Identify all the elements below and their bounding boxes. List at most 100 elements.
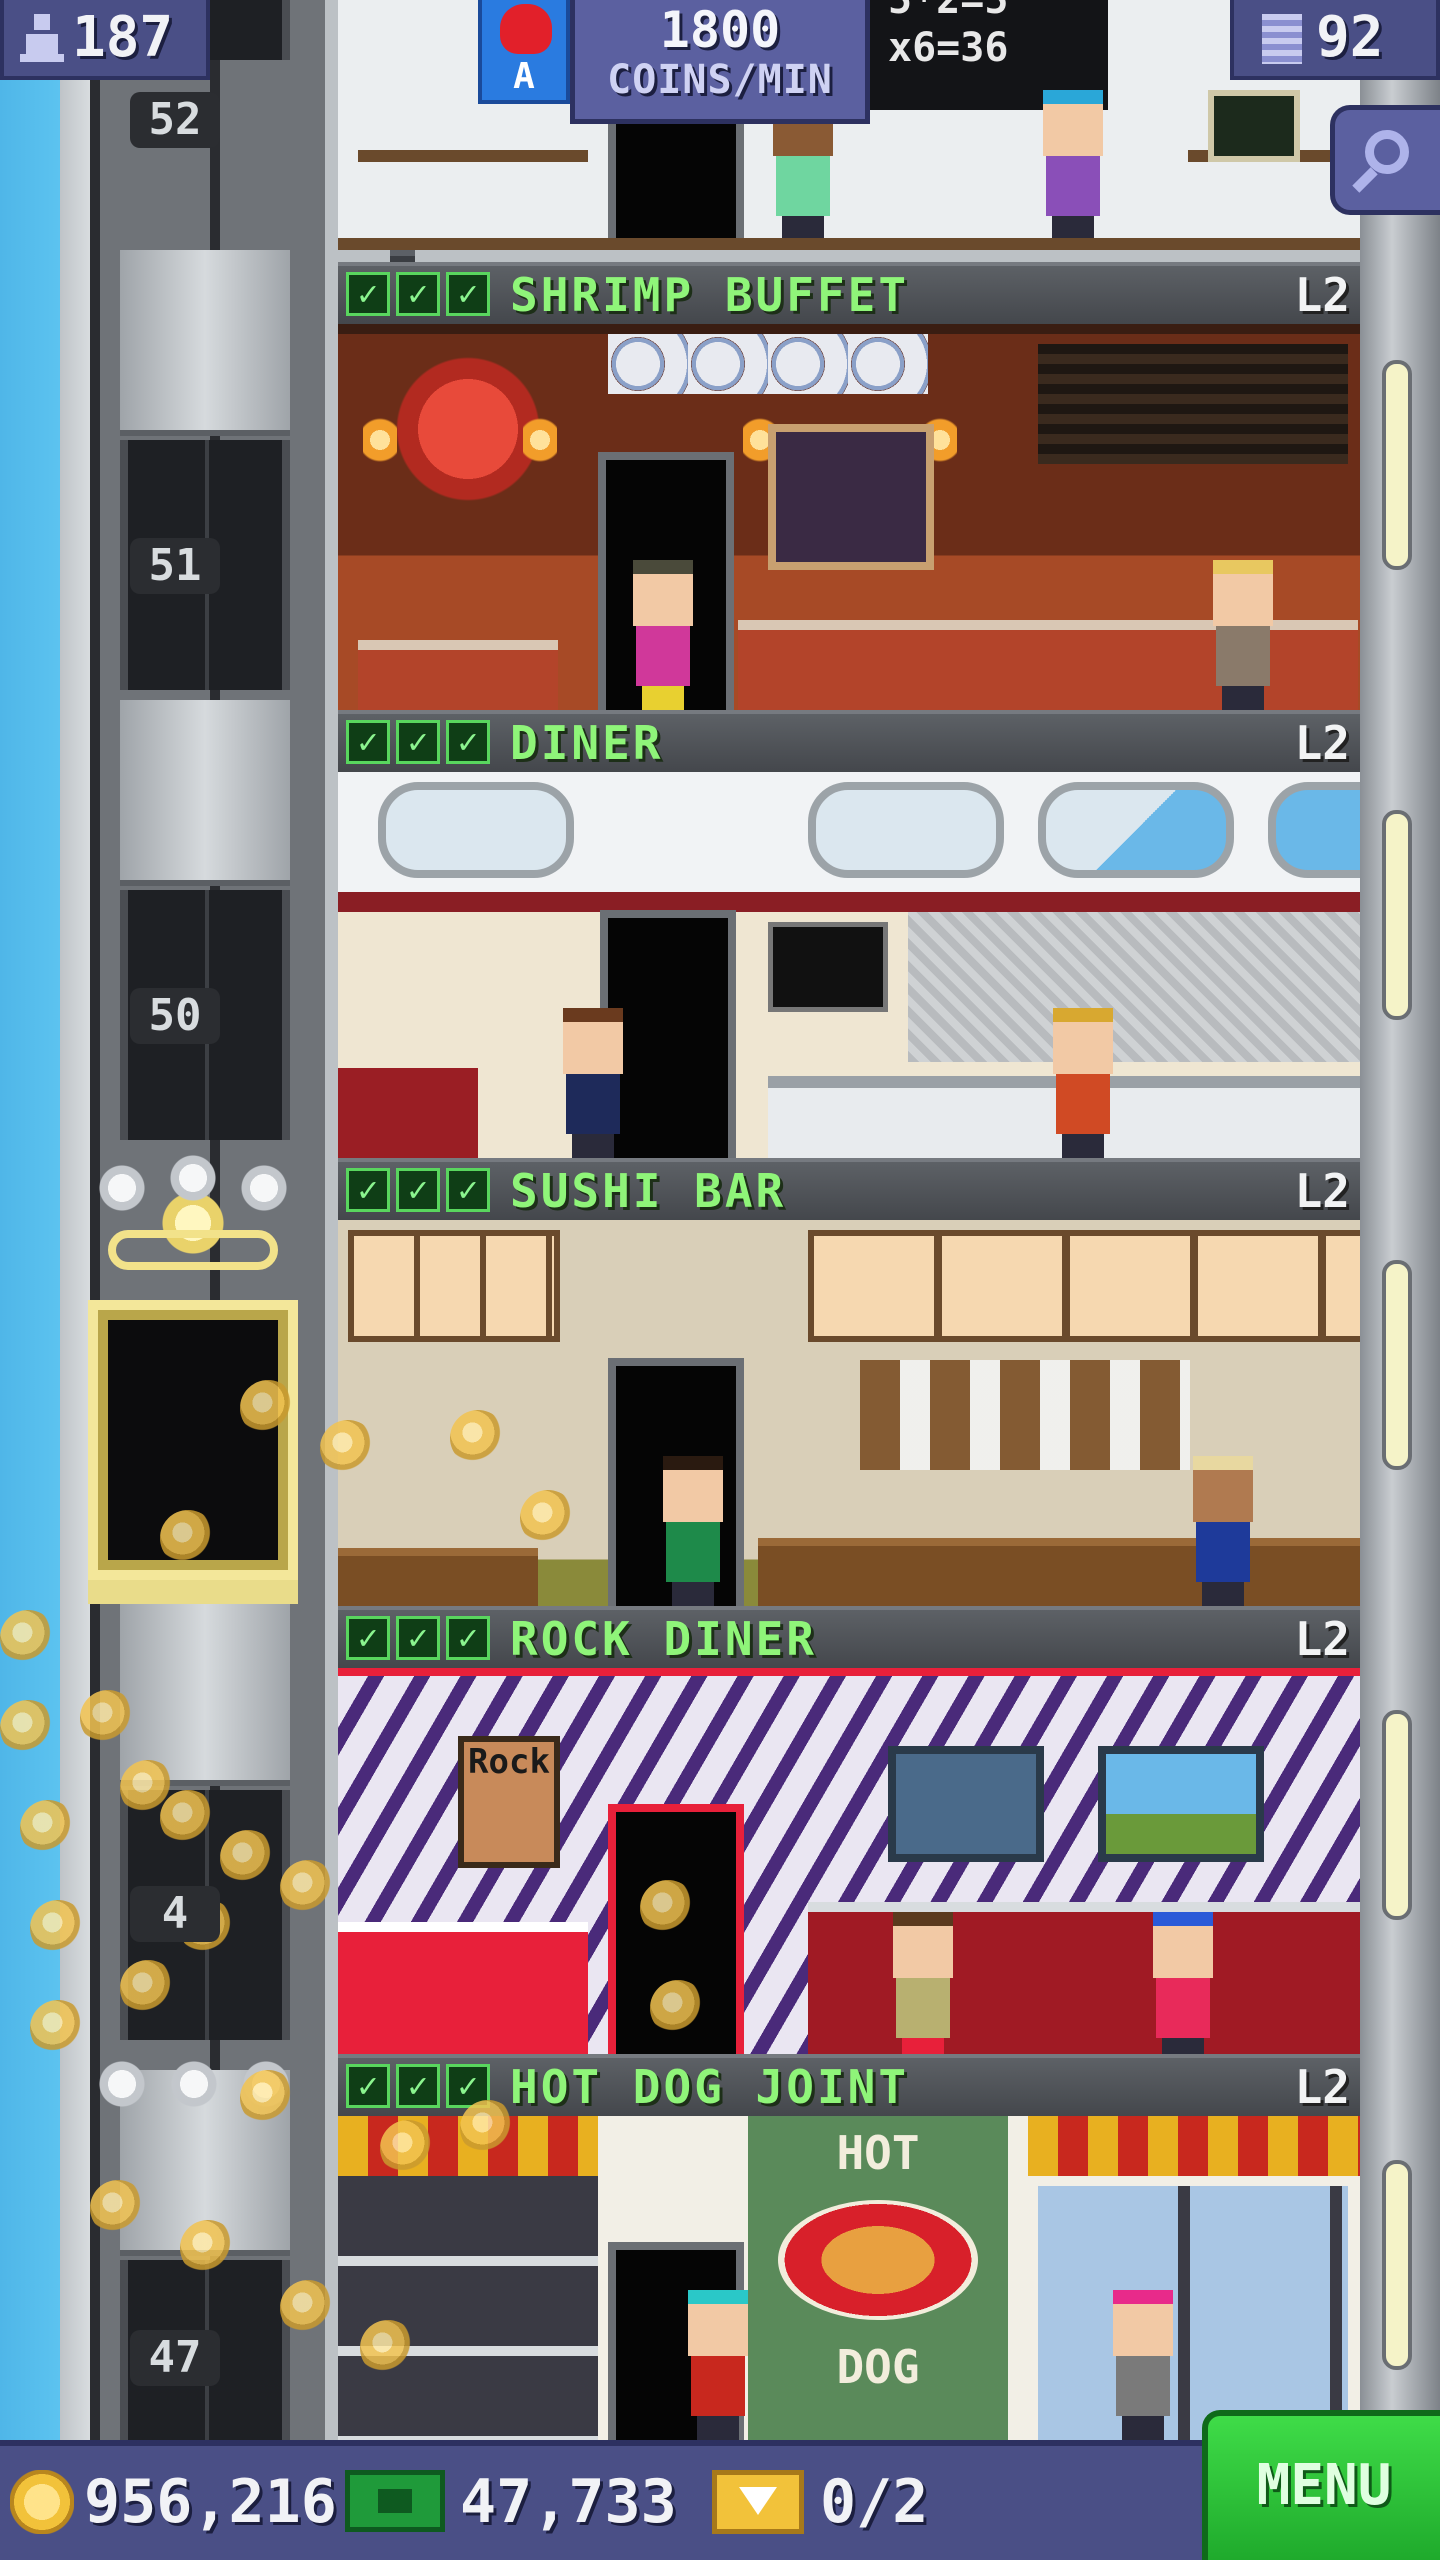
- floor-diner[interactable]: ✓ ✓ ✓ DINER L2: [338, 710, 1360, 1158]
- tower-resident[interactable]: [1148, 1912, 1218, 2062]
- floor-name: ROCK DINER: [510, 1612, 817, 1666]
- coin-icon: [30, 2000, 86, 2056]
- elevator-base: [88, 1580, 298, 1604]
- diner-window: [1038, 782, 1234, 878]
- bux-value: 47,733: [460, 2467, 677, 2537]
- tower-resident[interactable]: [628, 560, 698, 710]
- coin-icon: [0, 1610, 56, 1666]
- pillar-light: [1382, 360, 1412, 570]
- vip-letter: A: [513, 56, 535, 97]
- person-up-icon: [20, 14, 64, 62]
- floor-sushi-bar[interactable]: ✓ ✓ ✓ SUSHI BAR L2: [338, 1158, 1360, 1606]
- star-icon: [167, 1152, 219, 1204]
- coin-icon: [360, 2320, 416, 2376]
- star-checks: ✓ ✓ ✓: [346, 720, 490, 766]
- floor-banner[interactable]: ✓ ✓ ✓ DINER L2: [338, 710, 1360, 772]
- coins-per-minute-display: 1800 COINS/MIN: [570, 0, 870, 124]
- chalkboard-line: x6=36: [888, 25, 1009, 71]
- population-value: 187: [72, 5, 174, 70]
- check-icon: ✓: [396, 1616, 440, 1660]
- star-icon: [96, 2058, 148, 2110]
- diner-window: [1268, 782, 1360, 878]
- wall-lamp: [523, 404, 557, 464]
- tickets-counter[interactable]: 0/2: [712, 2460, 928, 2544]
- shaft-floor-51: [120, 250, 290, 690]
- tower-resident[interactable]: [1048, 1008, 1118, 1158]
- coin-icon: [30, 1900, 86, 1956]
- floor-banner[interactable]: ✓ ✓ ✓ ROCK DINER L2: [338, 1606, 1360, 1668]
- coins-counter[interactable]: 956,216: [10, 2460, 337, 2544]
- sushi-counter: [758, 1538, 1360, 1606]
- shoji-window: [808, 1230, 1360, 1342]
- bux-icon: [345, 2470, 445, 2532]
- check-icon: ✓: [446, 272, 490, 316]
- floor-number-48: 4: [130, 1886, 220, 1942]
- floor-number-50: 50: [130, 988, 220, 1044]
- shop-window: [1038, 2186, 1348, 2440]
- menu-button[interactable]: MENU: [1202, 2410, 1440, 2560]
- floor-name: SHRIMP BUFFET: [510, 268, 910, 322]
- shaft-panel: [120, 250, 290, 436]
- diner-booth: [338, 1068, 478, 1158]
- diner-window: [808, 782, 1004, 878]
- shoji-window: [348, 1230, 560, 1342]
- pillar-light: [1382, 810, 1412, 1020]
- coin-icon: [380, 2120, 436, 2176]
- menu-board: [1038, 344, 1348, 464]
- floor-name: HOT DOG JOINT: [510, 2060, 910, 2114]
- search-button[interactable]: [1330, 105, 1440, 215]
- tower-resident[interactable]: [658, 1456, 728, 1606]
- coin-icon: [240, 2070, 296, 2126]
- hot-dog-joint-room: HOT DOG: [338, 2116, 1360, 2440]
- check-icon: ✓: [346, 2064, 390, 2108]
- tower-game-screen: 52 51 50 4 47 5*2=5 x6=36 ✓ ✓ ✓ SHRIMP B…: [0, 0, 1440, 2560]
- check-icon: ✓: [396, 2064, 440, 2108]
- tower-resident[interactable]: [888, 1912, 958, 2062]
- coin-icon: [80, 1690, 136, 1746]
- check-icon: ✓: [446, 1168, 490, 1212]
- coins-per-minute-label: COINS/MIN: [607, 57, 833, 103]
- sushi-shelf: [860, 1360, 1190, 1470]
- coin-icon: [640, 1880, 696, 1936]
- population-counter[interactable]: 187: [0, 0, 210, 80]
- coin-icon: [10, 2470, 74, 2534]
- star-icon: [96, 1162, 148, 1214]
- tower-resident[interactable]: [1188, 1456, 1258, 1606]
- hot-dog-icon: [778, 2200, 978, 2320]
- floors-counter[interactable]: 92: [1230, 0, 1440, 80]
- floor-number-47: 47: [130, 2330, 220, 2386]
- rock-counter: [338, 1922, 588, 2062]
- floor-shrimp-buffet[interactable]: ✓ ✓ ✓ SHRIMP BUFFET L2: [338, 262, 1360, 710]
- star-checks: ✓ ✓ ✓: [346, 2064, 490, 2110]
- desk: [358, 150, 588, 162]
- floor-rock-diner[interactable]: ✓ ✓ ✓ ROCK DINER L2 Rock: [338, 1606, 1360, 2062]
- sign-text-top: HOT: [836, 2126, 920, 2180]
- shrimp-buffet-room: [338, 324, 1360, 710]
- coin-icon: [220, 1830, 276, 1886]
- hot-dog-sign: HOT DOG: [748, 2116, 1008, 2440]
- diner-wall-tiles: [908, 912, 1360, 1062]
- tower-resident[interactable]: [558, 1008, 628, 1158]
- tower-resident[interactable]: [1038, 90, 1108, 240]
- floor-level: L2: [1294, 1612, 1350, 1666]
- tower-resident[interactable]: [1108, 2290, 1178, 2440]
- bux-counter[interactable]: 47,733: [345, 2460, 677, 2544]
- computer-monitor: [1208, 90, 1300, 162]
- rock-diner-room: Rock: [338, 1668, 1360, 2062]
- apple-icon: [500, 4, 552, 54]
- floor-banner[interactable]: ✓ ✓ ✓ SHRIMP BUFFET L2: [338, 262, 1360, 324]
- coin-icon: [240, 1380, 296, 1436]
- buffet-table: [358, 640, 558, 710]
- diner-window: [378, 782, 574, 878]
- vip-badge[interactable]: A: [478, 0, 570, 104]
- coin-icon: [520, 1490, 576, 1546]
- coin-icon: [0, 1700, 56, 1756]
- coin-icon: [460, 2100, 516, 2156]
- floor-banner[interactable]: ✓ ✓ ✓ SUSHI BAR L2: [338, 1158, 1360, 1220]
- shaft-panel: [120, 700, 290, 886]
- tower-resident[interactable]: [1208, 560, 1278, 710]
- tickets-value: 0/2: [820, 2467, 929, 2537]
- floor-trim: [338, 238, 1360, 250]
- tower-resident[interactable]: [683, 2290, 753, 2440]
- coin-icon: [280, 2280, 336, 2336]
